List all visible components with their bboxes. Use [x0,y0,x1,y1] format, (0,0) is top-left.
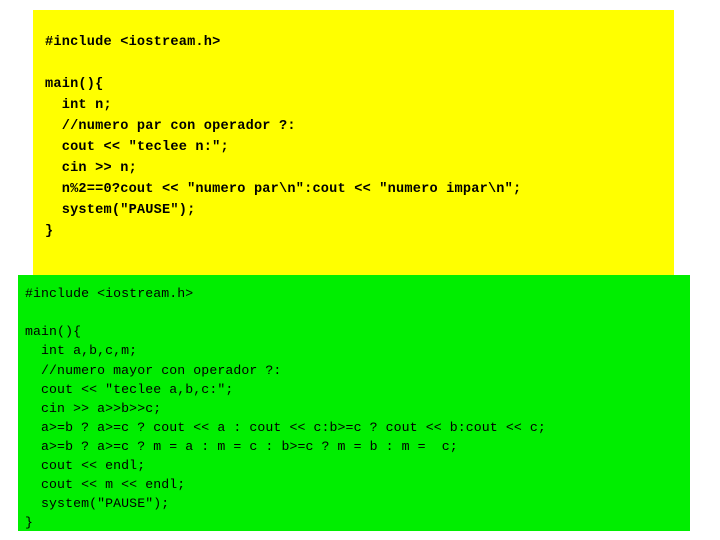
yellow-code-panel: #include <iostream.h> main(){ int n; //n… [33,9,674,276]
code-line: a>=b ? a>=c ? cout << a : cout << c:b>=c… [25,419,546,435]
code-line: } [25,515,34,531]
code-line: int n; [45,97,112,113]
code-line: #include <iostream.h> [45,34,221,50]
code-line: main(){ [25,324,82,340]
code-line: //numero par con operador ?: [45,118,296,134]
slide-canvas: #include <iostream.h> main(){ int n; //n… [0,0,720,540]
green-code-panel: #include <iostream.h> main(){ int a,b,c,… [18,275,690,532]
code-line: int a,b,c,m; [25,343,138,359]
code-line: cout << "teclee a,b,c:"; [25,381,234,397]
code-line: main(){ [45,76,104,92]
code-line: cin >> a>>b>>c; [25,400,162,416]
code-line: cin >> n; [45,160,137,176]
code-line: system("PAUSE"); [25,496,170,512]
code-line: cout << m << endl; [25,477,186,493]
code-line: cout << endl; [25,458,146,474]
code-line: a>=b ? a>=c ? m = a : m = c : b>=c ? m =… [25,438,458,454]
code-line: n%2==0?cout << "numero par\n":cout << "n… [45,181,522,197]
code-line: #include <iostream.h> [25,286,194,302]
code-line: system("PAUSE"); [45,202,196,218]
code-line: cout << "teclee n:"; [45,139,229,155]
code-line: //numero mayor con operador ?: [25,362,282,378]
code-line: } [45,223,54,239]
